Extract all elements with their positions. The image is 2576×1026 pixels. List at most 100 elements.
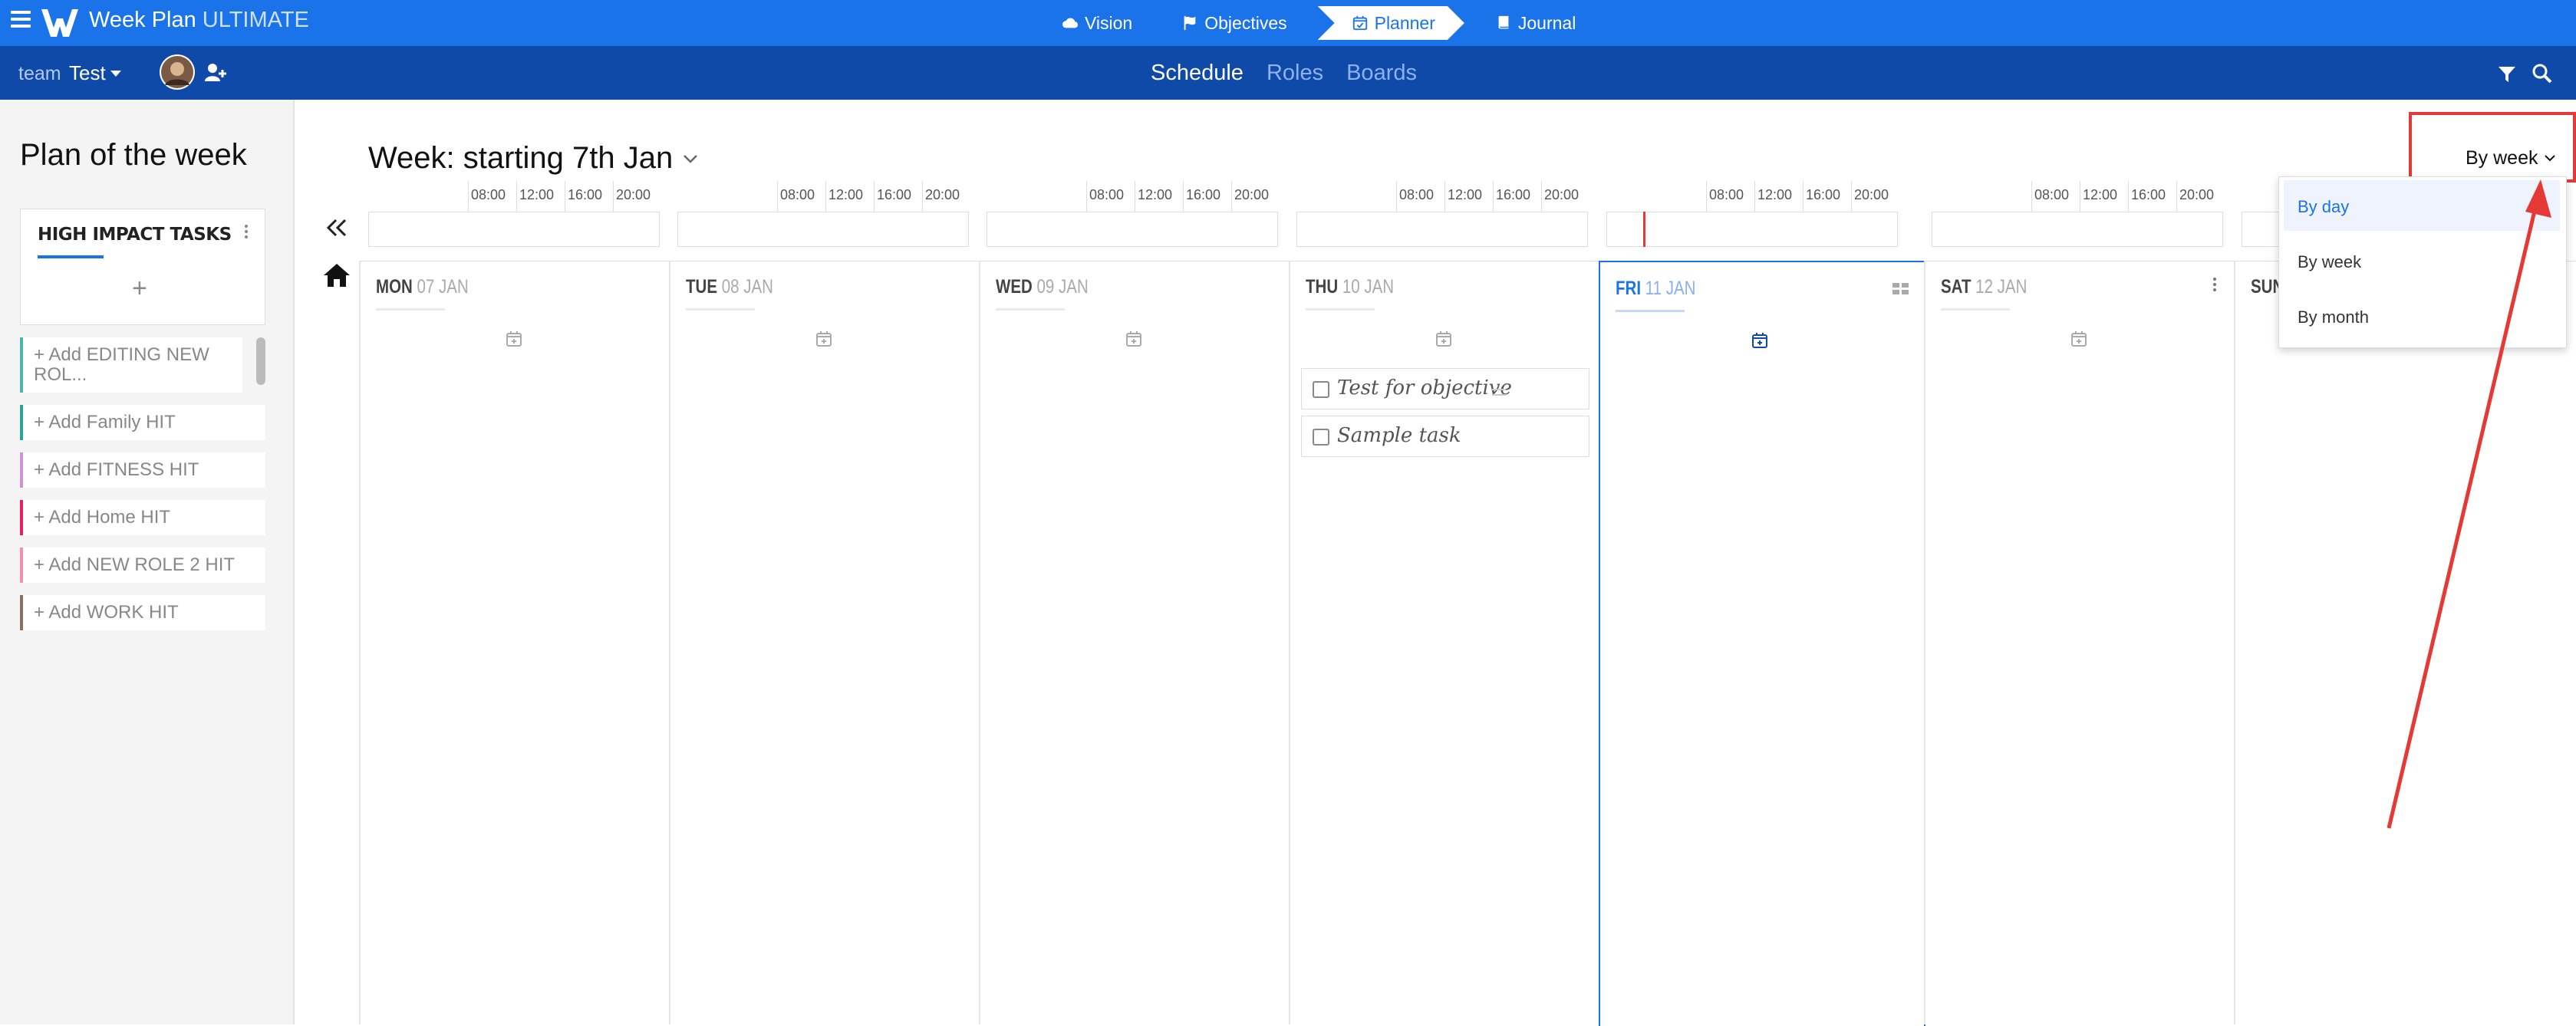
- search-icon[interactable]: [2532, 63, 2553, 84]
- option-by-week[interactable]: By week: [2279, 235, 2566, 286]
- scrollbar-thumb[interactable]: [256, 337, 265, 385]
- day-timeline[interactable]: 08:00 12:00 16:00 20:00: [987, 181, 1278, 248]
- time-label: 16:00: [1186, 187, 1221, 202]
- week-title[interactable]: Week: starting 7th Jan: [368, 141, 673, 176]
- time-label: 12:00: [519, 187, 555, 202]
- time-label: 20:00: [925, 187, 960, 202]
- nav-journal[interactable]: Journal: [1477, 6, 1594, 40]
- role-hit-item[interactable]: + Add EDITING NEW ROL...: [20, 337, 242, 393]
- time-label: 12:00: [828, 187, 864, 202]
- day-underline: [376, 308, 445, 311]
- current-time-indicator: [1643, 212, 1645, 247]
- day-timeline[interactable]: 08:00 12:00 16:00 20:00: [1296, 181, 1588, 248]
- time-label: 12:00: [1138, 187, 1173, 202]
- time-label: 20:00: [1234, 187, 1270, 202]
- day-underline: [1616, 310, 1685, 312]
- tab-boards[interactable]: Boards: [1346, 61, 1417, 86]
- role-hit-item[interactable]: + Add NEW ROLE 2 HIT: [20, 548, 265, 583]
- weekplan-logo-icon[interactable]: [40, 6, 80, 40]
- day-name: MON: [376, 276, 413, 298]
- time-label: 16:00: [2131, 187, 2166, 202]
- more-vertical-icon[interactable]: [245, 225, 249, 242]
- day-timeline[interactable]: 08:00 12:00 16:00 20:00: [1932, 181, 2223, 248]
- tab-schedule[interactable]: Schedule: [1151, 61, 1244, 86]
- option-label: By month: [2298, 307, 2369, 327]
- time-label: 08:00: [1399, 187, 1435, 202]
- main-nav: Vision Objectives Planner Journal: [1043, 0, 1594, 46]
- role-hit-item[interactable]: + Add Family HIT: [20, 405, 265, 440]
- option-label: By week: [2298, 252, 2362, 271]
- home-icon[interactable]: [322, 262, 351, 288]
- team-selector[interactable]: Test: [69, 61, 106, 85]
- calendar-check-icon: [1352, 15, 1369, 31]
- time-label: 16:00: [1806, 187, 1841, 202]
- day-column-tue: TUE 08 JAN: [669, 261, 980, 1024]
- time-label: 20:00: [2179, 187, 2215, 202]
- option-label: By day: [2298, 197, 2350, 216]
- calendar-plus-icon[interactable]: [1435, 330, 1453, 348]
- calendar-plus-icon[interactable]: [815, 330, 833, 348]
- calendar-plus-icon[interactable]: [1125, 330, 1143, 348]
- option-by-day[interactable]: By day: [2284, 180, 2560, 231]
- hit-underline: [38, 255, 104, 258]
- role-hit-item[interactable]: + Add Home HIT: [20, 500, 265, 535]
- calendar-plus-icon[interactable]: [1751, 331, 1769, 350]
- role-hit-item[interactable]: + Add WORK HIT: [20, 595, 265, 630]
- menu-icon[interactable]: [11, 11, 31, 28]
- double-chevron-left-icon[interactable]: [325, 216, 348, 239]
- nav-label: Planner: [1374, 12, 1435, 33]
- chevron-down-icon[interactable]: [683, 153, 698, 164]
- app-brand: Week Plan ULTIMATE: [89, 8, 309, 33]
- option-by-month[interactable]: By month: [2279, 291, 2566, 341]
- task-item[interactable]: Sample task: [1301, 416, 1589, 457]
- caret-down-icon[interactable]: [110, 71, 121, 77]
- role-hit-item[interactable]: + Add FITNESS HIT: [20, 452, 265, 488]
- time-label: 16:00: [1496, 187, 1531, 202]
- task-checkbox[interactable]: [1313, 429, 1329, 446]
- view-mode-menu: By day By week By month: [2278, 176, 2567, 348]
- task-checkbox[interactable]: [1313, 381, 1329, 398]
- day-date: 09 JAN: [1036, 276, 1089, 298]
- chevron-down-icon: [2545, 155, 2555, 162]
- avatar[interactable]: [160, 54, 195, 90]
- drag-handle-icon[interactable]: [1492, 389, 1506, 396]
- nav-vision[interactable]: Vision: [1043, 6, 1151, 40]
- calendar-plus-icon[interactable]: [505, 330, 523, 348]
- day-header: TUE 08 JAN: [686, 276, 773, 298]
- add-hit-button[interactable]: +: [132, 274, 147, 304]
- task-title: Test for objective: [1337, 377, 1512, 400]
- grid-view-icon[interactable]: [1892, 282, 1910, 296]
- time-label: 08:00: [780, 187, 815, 202]
- day-name: FRI: [1616, 278, 1642, 299]
- day-timeline[interactable]: 08:00 12:00 16:00 20:00: [368, 181, 660, 248]
- time-label: 12:00: [1757, 187, 1793, 202]
- time-label: 08:00: [1089, 187, 1125, 202]
- time-label: 08:00: [471, 187, 506, 202]
- tab-roles[interactable]: Roles: [1267, 61, 1323, 86]
- time-label: 08:00: [1709, 187, 1744, 202]
- task-item[interactable]: Test for objective: [1301, 368, 1589, 409]
- time-label: 20:00: [616, 187, 651, 202]
- day-name: TUE: [686, 276, 717, 298]
- day-timeline[interactable]: 08:00 12:00 16:00 20:00: [1606, 181, 1898, 248]
- day-column-mon: MON 07 JAN: [359, 261, 670, 1024]
- view-mode-dropdown-button[interactable]: By week: [2409, 112, 2576, 183]
- day-date: 10 JAN: [1342, 276, 1395, 298]
- calendar-plus-icon[interactable]: [2070, 330, 2088, 348]
- plan-of-week-panel: Plan of the week HIGH IMPACT TASKS + + A…: [0, 100, 295, 1024]
- task-title: Sample task: [1337, 424, 1461, 447]
- cloud-icon: [1062, 18, 1079, 28]
- time-label: 16:00: [568, 187, 603, 202]
- filter-icon[interactable]: [2497, 64, 2517, 84]
- day-timeline[interactable]: 08:00 12:00 16:00 20:00: [677, 181, 969, 248]
- nav-objectives[interactable]: Objectives: [1163, 6, 1305, 40]
- sub-bar: team Test Schedule Roles Boards: [0, 46, 2576, 100]
- time-label: 20:00: [1544, 187, 1580, 202]
- brand-suffix: ULTIMATE: [202, 8, 309, 32]
- book-icon: [1498, 15, 1509, 29]
- day-header: THU 10 JAN: [1306, 276, 1394, 298]
- add-user-icon[interactable]: [204, 61, 227, 84]
- nav-planner[interactable]: Planner: [1318, 6, 1464, 40]
- more-vertical-icon[interactable]: [2213, 278, 2218, 294]
- day-header: MON 07 JAN: [376, 276, 469, 298]
